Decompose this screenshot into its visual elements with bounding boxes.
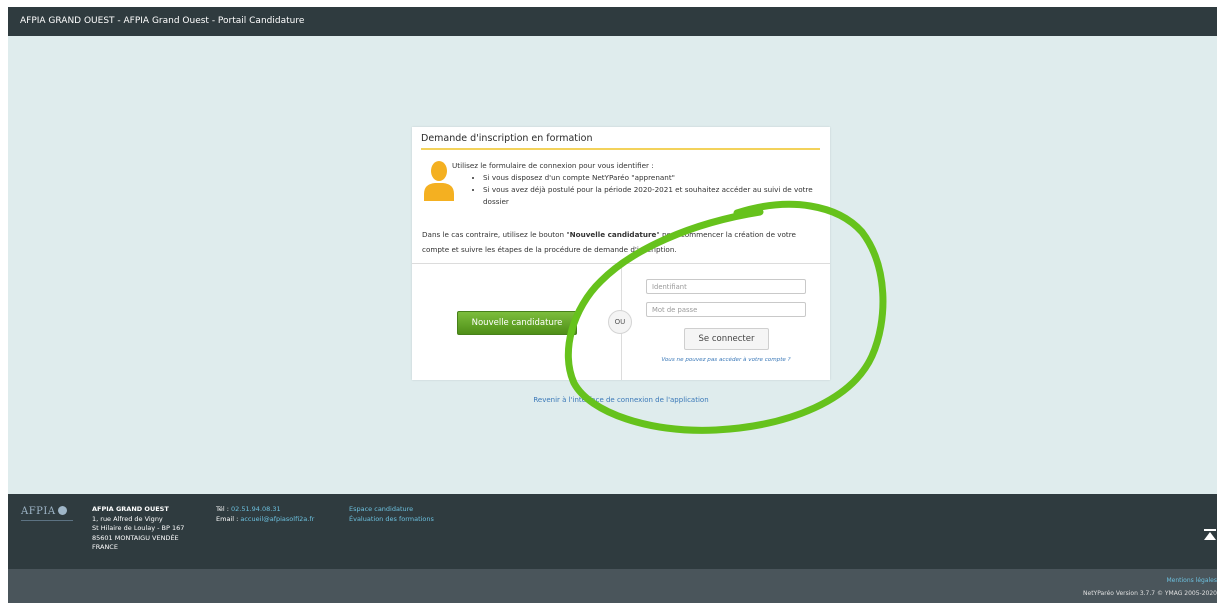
footer: AFPIA AFPIA GRAND OUEST 1, rue Alfred de… [8, 494, 1217, 569]
afpia-logo: AFPIA [21, 506, 67, 517]
intro-bullet-already-applied: Si vous avez déjà postulé pour la périod… [483, 184, 827, 208]
login-button[interactable]: Se connecter [684, 328, 769, 350]
phone-label: Tél : [216, 505, 231, 513]
sub-footer: Mentions légales NetYParéo Version 3.7.7… [8, 569, 1217, 603]
footer-contact: Tél : 02.51.94.08.31 Email : accueil@afp… [216, 505, 314, 524]
card-title: Demande d'inscription en formation [421, 133, 820, 150]
phone-link[interactable]: 02.51.94.08.31 [231, 505, 281, 513]
user-avatar-icon [424, 161, 454, 201]
logo-dot-icon [57, 506, 67, 515]
footer-link-application-space[interactable]: Espace candidature [349, 505, 434, 515]
address-org: AFPIA GRAND OUEST [92, 505, 169, 513]
new-application-button[interactable]: Nouvelle candidature [457, 311, 577, 335]
address-town: St Hilaire de Loulay - BP 167 [92, 524, 185, 532]
back-to-login-link[interactable]: Revenir à l'interface de connexion de l'… [412, 396, 830, 404]
login-card: Demande d'inscription en formation Utili… [412, 127, 830, 380]
contact-email: Email : accueil@afpiasolfi2a.fr [216, 515, 314, 525]
footer-link-training-evaluation[interactable]: Évaluation des formations [349, 515, 434, 525]
page-title: AFPIA GRAND OUEST - AFPIA Grand Ouest - … [20, 16, 305, 26]
logo-text: AFPIA [21, 506, 56, 517]
email-label: Email : [216, 514, 241, 523]
version-text: NetYParéo Version 3.7.7 © YMAG 2005-2020 [1083, 590, 1217, 597]
footer-links: Espace candidature Évaluation des format… [349, 505, 434, 524]
scroll-to-top-icon[interactable] [1203, 528, 1217, 542]
intro-line: Utilisez le formulaire de connexion pour… [452, 161, 654, 170]
intro-list: Si vous disposez d'un compte NetYParéo "… [452, 172, 827, 208]
address-postcode: 85601 MONTAIGU VENDÉE [92, 533, 179, 542]
or-separator: OU [608, 310, 632, 334]
intro-text: Utilisez le formulaire de connexion pour… [452, 160, 827, 208]
password-input[interactable] [646, 302, 806, 317]
username-input[interactable] [646, 279, 806, 294]
forgot-account-link[interactable]: Vous ne pouvez pas accéder à votre compt… [622, 357, 830, 363]
logo-underline [21, 520, 73, 521]
footer-address: AFPIA GRAND OUEST 1, rue Alfred de Vigny… [92, 505, 184, 553]
contact-phone: Tél : 02.51.94.08.31 [216, 505, 314, 515]
intro-bullet-account: Si vous disposez d'un compte NetYParéo "… [483, 172, 827, 184]
address-country: FRANCE [92, 543, 118, 551]
instructions-text-bold: Nouvelle candidature [569, 230, 657, 239]
email-link[interactable]: accueil@afpiasolfi2a.fr [240, 515, 314, 523]
address-street: 1, rue Alfred de Vigny [92, 514, 163, 523]
top-bar: AFPIA GRAND OUEST - AFPIA Grand Ouest - … [8, 7, 1217, 36]
instructions-text-start: Dans le cas contraire, utilisez le bouto… [422, 230, 570, 239]
main-content: Demande d'inscription en formation Utili… [8, 36, 1217, 494]
instructions-paragraph: Dans le cas contraire, utilisez le bouto… [422, 227, 822, 257]
legal-mentions-link[interactable]: Mentions légales [1166, 577, 1217, 584]
